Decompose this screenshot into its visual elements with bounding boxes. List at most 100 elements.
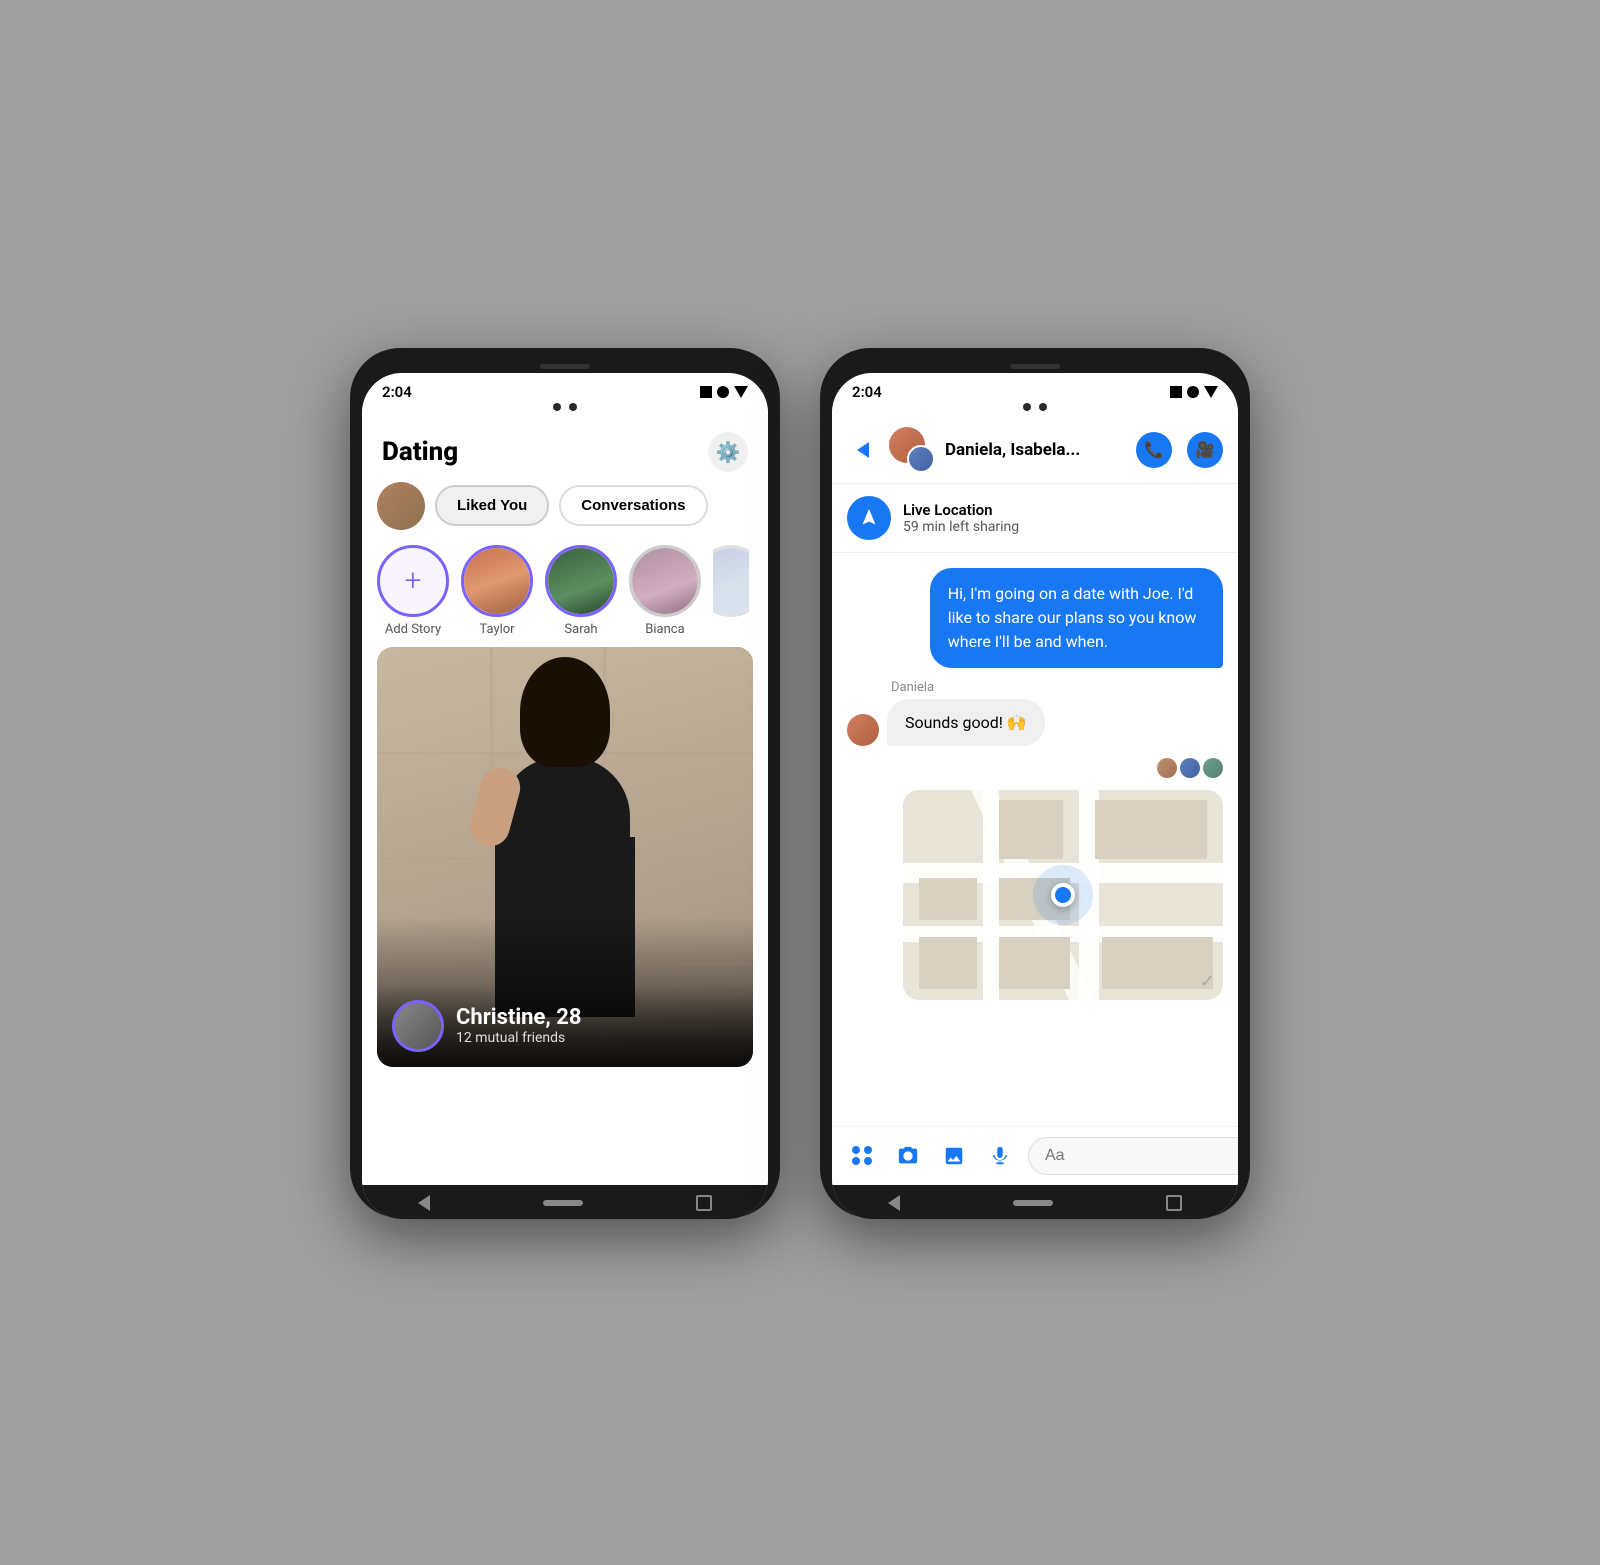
block-1: [999, 800, 1063, 859]
left-phone: 2:04 Dating ⚙️: [350, 348, 780, 1218]
left-bottom-nav: [362, 1185, 768, 1219]
camera-dot-r2: [1039, 403, 1047, 411]
dating-screen: Dating ⚙️ Liked You Conversations: [362, 417, 768, 1185]
sent-message-1: Hi, I'm going on a date with Joe. I'd li…: [930, 568, 1223, 668]
right-phone-inner: 2:04: [832, 373, 1238, 1219]
taylor-story-circle[interactable]: [461, 545, 533, 617]
location-arrow-icon: [858, 507, 880, 529]
left-status-bar: 2:04: [362, 373, 768, 401]
location-dot: [1051, 883, 1075, 907]
camera-dot-2: [569, 403, 577, 411]
message-input[interactable]: [1028, 1137, 1238, 1175]
profile-mini-avatar: [392, 1000, 444, 1052]
dating-header: Dating ⚙️: [362, 417, 768, 482]
nav-recents-button[interactable]: [696, 1195, 712, 1211]
right-status-icons: [1170, 386, 1218, 398]
grid-dot-2: [864, 1146, 872, 1154]
left-phone-speaker: [540, 364, 590, 369]
header-avatar-group: [889, 427, 935, 473]
receipt-avatar-2: [1180, 758, 1200, 778]
chat-input-bar: 😊 👍: [832, 1126, 1238, 1185]
right-camera-area: [832, 401, 1238, 417]
messenger-header: Daniela, Isabela... 📞 🎥: [832, 417, 1238, 484]
location-title: Live Location: [903, 501, 1019, 519]
video-call-button[interactable]: 🎥: [1187, 432, 1223, 468]
header-name[interactable]: Daniela, Isabela...: [945, 440, 1126, 460]
messenger-screen: Daniela, Isabela... 📞 🎥: [832, 417, 1238, 1185]
taylor-story-item[interactable]: Taylor: [461, 545, 533, 637]
add-story-label: Add Story: [385, 622, 441, 637]
gear-icon: ⚙️: [716, 440, 741, 464]
header-actions: 📞 🎥: [1136, 432, 1223, 468]
received-message-1: Daniela Sounds good! 🙌: [847, 680, 1045, 746]
voice-call-button[interactable]: 📞: [1136, 432, 1172, 468]
receipt-avatar-1: [1157, 758, 1177, 778]
sp-story-item[interactable]: [713, 545, 749, 622]
gallery-button[interactable]: [936, 1138, 972, 1174]
back-arrow-icon: [857, 442, 869, 458]
nav-recents-button-r[interactable]: [1166, 1195, 1182, 1211]
sarah-story-label: Sarah: [564, 622, 597, 637]
nav-back-button[interactable]: [418, 1195, 430, 1211]
conversations-tab[interactable]: Conversations: [559, 485, 707, 526]
bianca-story-item[interactable]: Bianca: [629, 545, 701, 637]
profile-mutual: 12 mutual friends: [456, 1030, 582, 1046]
right-time: 2:04: [852, 383, 882, 401]
sarah-story-item[interactable]: Sarah: [545, 545, 617, 637]
sp-story-circle[interactable]: [713, 545, 749, 617]
camera-icon: [897, 1145, 919, 1167]
nav-back-button-r[interactable]: [888, 1195, 900, 1211]
gallery-icon: [943, 1145, 965, 1167]
profile-info: Christine, 28 12 mutual friends: [377, 985, 753, 1067]
video-icon: 🎥: [1195, 440, 1215, 459]
left-phone-inner: 2:04 Dating ⚙️: [362, 373, 768, 1219]
checkmark: ✓: [1200, 971, 1215, 992]
profile-name: Christine, 28: [456, 1005, 582, 1030]
bianca-story-circle[interactable]: [629, 545, 701, 617]
taylor-story-label: Taylor: [479, 622, 514, 637]
daniela-avatar: [847, 714, 879, 746]
add-story-item[interactable]: + Add Story: [377, 545, 449, 637]
grid-dot-3: [852, 1157, 860, 1165]
block-3: [919, 878, 977, 920]
camera-dot-r1: [1023, 403, 1031, 411]
map-bg: [903, 790, 1223, 1000]
block-5: [919, 937, 977, 990]
received-bubble-group: Daniela Sounds good! 🙌: [887, 680, 1045, 746]
grid-icon: [852, 1146, 872, 1166]
liked-you-tab[interactable]: Liked You: [435, 485, 549, 526]
received-bubble-1: Sounds good! 🙌: [887, 699, 1045, 746]
more-options-button[interactable]: [844, 1138, 880, 1174]
read-receipts: [1157, 758, 1223, 778]
nav-home-button[interactable]: [543, 1200, 583, 1206]
nav-home-button-r[interactable]: [1013, 1200, 1053, 1206]
dating-tabs: Liked You Conversations: [362, 482, 768, 540]
block-2: [1095, 800, 1207, 859]
right-status-bar: 2:04: [832, 373, 1238, 401]
battery-icon: [734, 386, 748, 398]
mic-icon: [989, 1145, 1011, 1167]
map-inner: [903, 790, 1223, 1000]
left-status-icons: [700, 386, 748, 398]
wifi-icon: [717, 386, 729, 398]
bianca-story-label: Bianca: [645, 622, 684, 637]
back-button[interactable]: [847, 434, 879, 466]
add-story-circle[interactable]: +: [377, 545, 449, 617]
location-banner[interactable]: Live Location 59 min left sharing: [832, 484, 1238, 553]
settings-button[interactable]: ⚙️: [708, 432, 748, 472]
camera-button[interactable]: [890, 1138, 926, 1174]
sarah-story-circle[interactable]: [545, 545, 617, 617]
microphone-button[interactable]: [982, 1138, 1018, 1174]
profile-text: Christine, 28 12 mutual friends: [456, 1005, 582, 1046]
block-7: [1102, 937, 1214, 990]
sender-name: Daniela: [887, 680, 1045, 695]
header-avatar-secondary: [907, 445, 935, 473]
stories-row: + Add Story Taylor: [362, 540, 768, 647]
receipt-avatar-3: [1203, 758, 1223, 778]
map-message[interactable]: ✓: [903, 790, 1223, 1000]
location-icon-circle: [847, 496, 891, 540]
user-avatar-tab[interactable]: [377, 482, 425, 530]
signal-icon: [700, 386, 712, 398]
profile-card[interactable]: Christine, 28 12 mutual friends: [377, 647, 753, 1067]
camera-dot-1: [553, 403, 561, 411]
